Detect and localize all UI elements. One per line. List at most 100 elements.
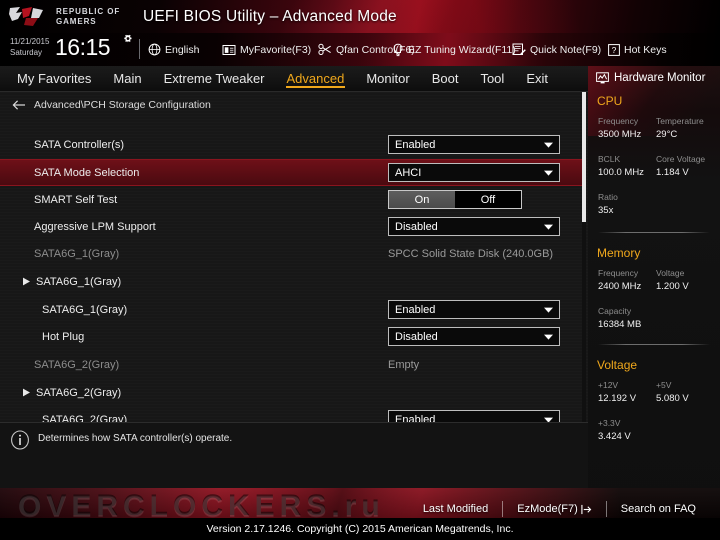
menu-tab-exit[interactable]: Exit [525, 69, 549, 88]
footer-ezmode-button[interactable]: EzMode(F7) [503, 503, 606, 515]
menu-tab-label: My Favorites [17, 71, 92, 86]
rog-logo-text: Republic of Gamers [56, 7, 121, 26]
setting-dropdown[interactable]: Disabled [388, 327, 560, 346]
footer-link-label: Search on FAQ [620, 503, 696, 515]
hardware-monitor-title: Hardware Monitor [596, 72, 705, 84]
setting-dropdown-value: Enabled [395, 138, 436, 151]
setting-row-label: SATA Mode Selection [34, 166, 140, 179]
menu-tab-label: Tool [480, 71, 505, 86]
hm-section-divider [598, 232, 710, 233]
toolbar-item-ez-tuning-wizard[interactable]: EZ Tuning Wizard(F11) [392, 33, 516, 66]
bios-screen: Republic of Gamers UEFI BIOS Utility – A… [0, 0, 720, 540]
date-value: 11/21/2015 [10, 37, 50, 46]
gear-icon[interactable] [121, 34, 135, 48]
note-icon [512, 43, 526, 55]
rog-eye-icon [9, 7, 43, 26]
fan-icon [318, 43, 331, 55]
day-value: Saturday [10, 48, 43, 57]
setting-row-label: SATA6G_2(Gray) [42, 413, 128, 423]
title-bar: Republic of Gamers UEFI BIOS Utility – A… [0, 0, 720, 33]
question-icon: ? [608, 43, 620, 56]
setting-dropdown[interactable]: Enabled [388, 300, 560, 319]
setting-dropdown-value: Disabled [395, 330, 438, 343]
menu-tab-main[interactable]: Main [112, 69, 142, 88]
setting-dropdown[interactable]: AHCI [388, 163, 560, 182]
setting-row[interactable]: SATA6G_2(Gray) Enabled [0, 406, 582, 422]
toggle-option-on[interactable]: On [389, 191, 455, 208]
globe-icon [148, 43, 161, 56]
hm-field-label: +12V [598, 380, 619, 390]
setting-row-label: SATA6G_1(Gray) [36, 275, 122, 288]
hm-section-title: Memory [597, 246, 641, 260]
help-text: Determines how SATA controller(s) operat… [38, 433, 233, 444]
setting-row[interactable]: SATA6G_1(Gray) [0, 268, 582, 295]
hm-field-value: 100.0 MHz [598, 167, 644, 178]
hm-field-label: Temperature [656, 116, 704, 126]
setting-row[interactable]: SATA Mode Selection AHCI [0, 159, 582, 186]
hm-field-label: Frequency [598, 116, 639, 126]
setting-toggle[interactable]: On Off [388, 190, 522, 209]
setting-dropdown[interactable]: Disabled [388, 217, 560, 236]
setting-row-label: Hot Plug [42, 330, 85, 343]
info-icon [11, 430, 29, 450]
toolbar-item-myfavorite[interactable]: MyFavorite(F3) [222, 33, 311, 66]
chevron-down-icon [544, 170, 553, 176]
menu-tab-advanced[interactable]: Advanced [285, 69, 346, 88]
hm-field-label: BCLK [598, 154, 621, 164]
setting-row[interactable]: SATA6G_1(Gray) SPCC Solid State Disk (240… [0, 240, 582, 267]
setting-dropdown[interactable]: Enabled [388, 135, 560, 154]
setting-row-label: SATA6G_2(Gray) [36, 386, 122, 399]
setting-dropdown-value: Enabled [395, 413, 436, 423]
expand-caret-icon[interactable] [22, 277, 31, 286]
hm-field-value: 3500 MHz [598, 129, 642, 140]
setting-row[interactable]: Hot Plug Disabled [0, 323, 582, 350]
hm-field-value: 12.192 V [598, 393, 637, 404]
hm-field-value: 1.200 V [656, 281, 689, 292]
setting-row[interactable]: SATA6G_2(Gray) Empty [0, 351, 582, 378]
toggle-option-off[interactable]: Off [455, 191, 521, 208]
menu-tab-label: Extreme Tweaker [163, 71, 265, 86]
toolbar-item-label: English [165, 43, 200, 56]
back-arrow-icon[interactable] [12, 99, 26, 111]
scrollbar-thumb[interactable] [582, 92, 586, 222]
footer-link-label: EzMode(F7) [517, 503, 578, 515]
menu-tab-my-favorites[interactable]: My Favorites [16, 69, 92, 88]
svg-text:?: ? [612, 45, 617, 55]
setting-row[interactable]: SATA Controller(s) Enabled [0, 131, 582, 158]
setting-row[interactable]: SMART Self Test On Off [0, 186, 582, 213]
menu-tab-label: Monitor [366, 71, 410, 86]
toolbar-item-label: EZ Tuning Wizard(F11) [408, 43, 516, 56]
hm-section-title: CPU [597, 94, 623, 108]
bulb-icon [393, 43, 403, 56]
book-icon [222, 44, 236, 55]
setting-dropdown[interactable]: Enabled [388, 410, 560, 422]
setting-row[interactable]: Aggressive LPM Support Disabled [0, 213, 582, 240]
footer-search-faq-button[interactable]: Search on FAQ [607, 503, 710, 515]
toolbar-item-quick-note[interactable]: Quick Note(F9) [512, 33, 601, 66]
setting-row[interactable]: SATA6G_1(Gray) Enabled [0, 296, 582, 323]
setting-row-label: SATA6G_1(Gray) [34, 247, 120, 260]
hm-field-label: Capacity [598, 306, 632, 316]
toolbar-item-english[interactable]: English [148, 33, 199, 66]
footer-link-label: Last Modified [422, 503, 489, 515]
footer-last-modified-button[interactable]: Last Modified [409, 503, 502, 515]
monitor-icon [596, 72, 609, 84]
menu-tab-extreme-tweaker[interactable]: Extreme Tweaker [163, 69, 266, 88]
setting-row[interactable]: SATA6G_2(Gray) [0, 379, 582, 406]
expand-caret-icon[interactable] [22, 388, 31, 397]
menu-tab-label: Main [113, 71, 142, 86]
setting-dropdown-value: Enabled [395, 303, 436, 316]
date-display: 11/21/2015 Saturday [10, 36, 49, 58]
menu-tab-label: Advanced [286, 71, 345, 86]
toolbar-item-hot-keys[interactable]: ? Hot Keys [608, 33, 667, 66]
hm-field-value: 35x [598, 205, 614, 216]
menu-tab-tool[interactable]: Tool [479, 69, 505, 88]
menu-tab-monitor[interactable]: Monitor [365, 69, 410, 88]
hm-field-value: 3.424 V [598, 431, 631, 442]
exit-arrow-icon [581, 504, 592, 514]
help-bar: Determines how SATA controller(s) operat… [0, 422, 588, 488]
hardware-monitor-sidebar: Hardware Monitor CPU Frequency 3500 MHz Tem… [588, 66, 720, 516]
menu-tab-boot[interactable]: Boot [431, 69, 460, 88]
utility-toolbar: 11/21/2015 Saturday 16:15 English MyFavo… [0, 33, 720, 66]
hardware-monitor-title-text: Hardware Monitor [614, 72, 706, 84]
